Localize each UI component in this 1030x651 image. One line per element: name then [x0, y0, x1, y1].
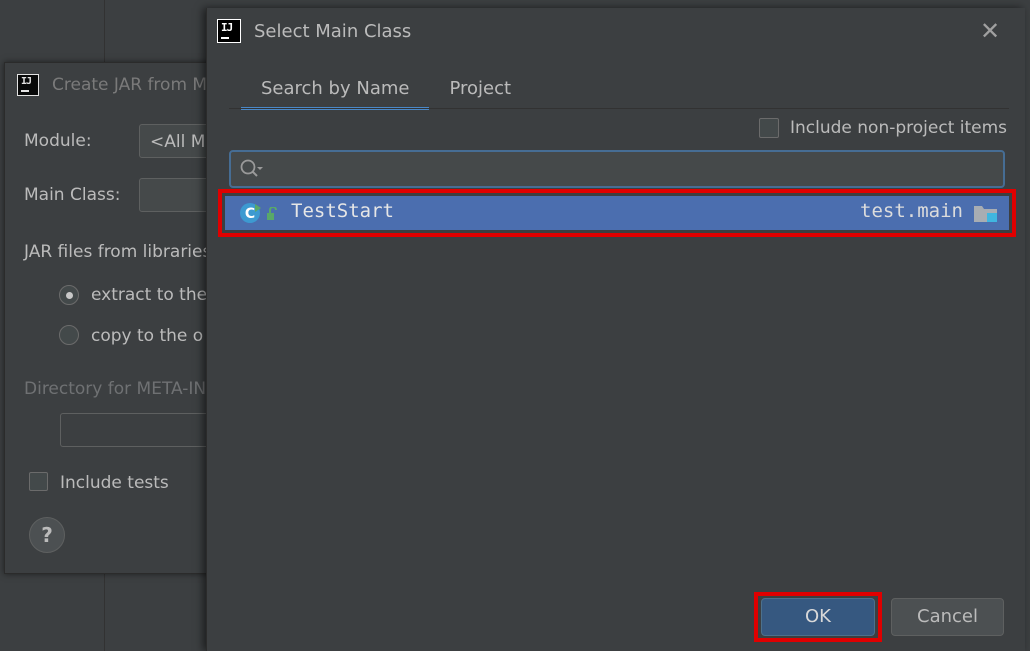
tab-search-by-name[interactable]: Search by Name — [241, 74, 430, 110]
include-tests-checkbox[interactable] — [29, 472, 48, 491]
copy-radio-label[interactable]: copy to the o — [91, 326, 203, 346]
include-non-project-checkbox[interactable] — [759, 118, 779, 138]
extract-radio-label[interactable]: extract to the — [91, 285, 207, 305]
tab-project[interactable]: Project — [429, 74, 531, 107]
close-icon[interactable]: ✕ — [977, 18, 1003, 44]
highlight-frame — [754, 592, 882, 642]
intellij-logo-icon: IJ — [17, 74, 39, 96]
include-tests-label[interactable]: Include tests — [60, 473, 169, 493]
tab-divider — [229, 108, 1009, 109]
extract-radio[interactable] — [59, 285, 79, 305]
meta-dir-label: Directory for META-IN — [24, 379, 207, 399]
select-main-class-dialog: IJ Select Main Class ✕ Search by Name Pr… — [206, 8, 1025, 651]
tab-bar: Search by Name Project — [241, 74, 531, 110]
dialog-title: IJ Select Main Class — [217, 18, 411, 44]
cancel-button[interactable]: Cancel — [891, 598, 1004, 636]
search-icon[interactable] — [239, 158, 263, 180]
highlight-frame — [218, 189, 1016, 237]
class-search-input[interactable] — [229, 150, 1005, 188]
include-non-project-option[interactable]: Include non-project items — [759, 118, 1007, 138]
help-button[interactable]: ? — [29, 517, 65, 553]
dialog-title-text: Select Main Class — [254, 20, 412, 42]
create-jar-title-text: Create JAR from M — [52, 75, 208, 95]
module-label: Module: — [24, 131, 92, 151]
include-non-project-label[interactable]: Include non-project items — [790, 118, 1007, 138]
intellij-logo-icon: IJ — [217, 19, 241, 43]
main-class-label: Main Class: — [24, 185, 121, 205]
libraries-label: JAR files from libraries — [24, 242, 212, 262]
copy-radio[interactable] — [59, 325, 79, 345]
create-jar-title: IJ Create JAR from M — [17, 73, 207, 97]
